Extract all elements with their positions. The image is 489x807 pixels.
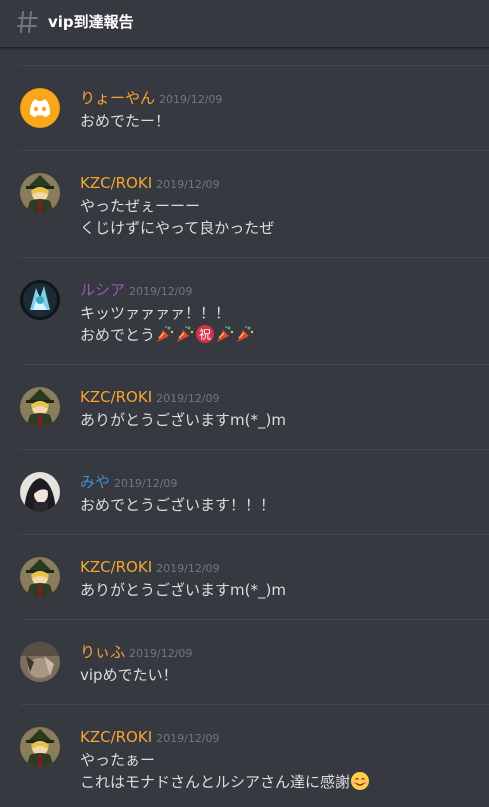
message-text: おめでとう bbox=[80, 326, 156, 344]
channel-title: vip到達報告 bbox=[48, 13, 134, 31]
message-meta: りぃふ 2019/12/09 bbox=[80, 642, 192, 662]
username[interactable]: KZC/ROKI bbox=[80, 558, 152, 576]
username[interactable]: りょーやん bbox=[80, 89, 155, 107]
avatar[interactable] bbox=[20, 387, 60, 427]
avatar[interactable] bbox=[20, 472, 60, 512]
message-text: ありがとうございますm(*_)m bbox=[80, 411, 286, 429]
message-divider bbox=[20, 257, 489, 258]
miya-avatar-icon bbox=[20, 472, 60, 512]
riifu-avatar-icon bbox=[20, 642, 60, 682]
message-content: キッツァァァァ！！！ おめでとう 祝 bbox=[80, 302, 255, 346]
lucia-avatar-icon bbox=[20, 280, 60, 320]
message-meta: りょーやん 2019/12/09 bbox=[80, 88, 222, 108]
username[interactable]: ルシア bbox=[80, 281, 125, 299]
message-meta: KZC/ROKI 2019/12/09 bbox=[80, 173, 220, 193]
svg-text:祝: 祝 bbox=[199, 328, 211, 342]
message-divider bbox=[20, 534, 489, 535]
timestamp: 2019/12/09 bbox=[129, 647, 193, 660]
channel-header: vip到達報告 bbox=[0, 0, 489, 48]
chat-window: vip到達報告 りょーやん 2019/12/09 おめでたー！ KZC/ROKI… bbox=[0, 0, 489, 807]
celebration-emoji[interactable]: 祝 bbox=[195, 324, 215, 344]
message-content: ありがとうございますm(*_)m bbox=[80, 409, 286, 431]
message-divider bbox=[20, 704, 489, 705]
username[interactable]: KZC/ROKI bbox=[80, 174, 152, 192]
kzc-roki-avatar-icon bbox=[20, 727, 60, 767]
discord-default-avatar-icon bbox=[20, 88, 60, 128]
message-text: やったぁー bbox=[80, 751, 156, 769]
message-text: vipめでたい！ bbox=[80, 666, 178, 684]
confetti-emoji[interactable] bbox=[215, 324, 235, 344]
message-divider bbox=[20, 449, 489, 450]
message-divider bbox=[20, 65, 489, 66]
message-line: おめでとう 祝 bbox=[80, 324, 255, 346]
username[interactable]: みや bbox=[80, 473, 110, 491]
message-meta: みや 2019/12/09 bbox=[80, 472, 177, 492]
avatar[interactable] bbox=[20, 173, 60, 213]
message-text: やったぜぇーーー bbox=[80, 197, 201, 215]
timestamp: 2019/12/09 bbox=[156, 732, 220, 745]
avatar[interactable] bbox=[20, 557, 60, 597]
message-content: やったぜぇーーー くじけずにやって良かったぜ bbox=[80, 195, 274, 239]
message-text: キッツァァァァ！！！ bbox=[80, 304, 231, 322]
username[interactable]: りぃふ bbox=[80, 643, 125, 661]
message-content: ありがとうございますm(*_)m bbox=[80, 579, 286, 601]
message-meta: KZC/ROKI 2019/12/09 bbox=[80, 557, 220, 577]
message-content: おめでたー！ bbox=[80, 110, 170, 132]
message-list[interactable]: りょーやん 2019/12/09 おめでたー！ KZC/ROKI 2019/12… bbox=[0, 48, 489, 807]
kzc-roki-avatar-icon bbox=[20, 557, 60, 597]
message-divider bbox=[20, 364, 489, 365]
timestamp: 2019/12/09 bbox=[159, 93, 223, 106]
message-content: vipめでたい！ bbox=[80, 664, 178, 686]
message-text: おめでとうございます！！！ bbox=[80, 496, 276, 514]
smiling-face-emoji[interactable] bbox=[350, 771, 370, 791]
username[interactable]: KZC/ROKI bbox=[80, 388, 152, 406]
avatar[interactable] bbox=[20, 642, 60, 682]
timestamp: 2019/12/09 bbox=[156, 562, 220, 575]
message-meta: ルシア 2019/12/09 bbox=[80, 280, 192, 300]
confetti-emoji[interactable] bbox=[175, 324, 195, 344]
timestamp: 2019/12/09 bbox=[114, 477, 178, 490]
hash-icon bbox=[17, 11, 38, 33]
message-text: おめでたー！ bbox=[80, 112, 171, 130]
kzc-roki-avatar-icon bbox=[20, 387, 60, 427]
message-meta: KZC/ROKI 2019/12/09 bbox=[80, 727, 220, 747]
message-divider bbox=[20, 150, 489, 151]
username[interactable]: KZC/ROKI bbox=[80, 728, 152, 746]
message-text: くじけずにやって良かったぜ bbox=[80, 219, 275, 237]
timestamp: 2019/12/09 bbox=[156, 392, 220, 405]
confetti-emoji[interactable] bbox=[155, 324, 175, 344]
message-meta: KZC/ROKI 2019/12/09 bbox=[80, 387, 220, 407]
avatar[interactable] bbox=[20, 88, 60, 128]
timestamp: 2019/12/09 bbox=[129, 285, 193, 298]
avatar[interactable] bbox=[20, 727, 60, 767]
timestamp: 2019/12/09 bbox=[156, 178, 220, 191]
message-content: やったぁー これはモナドさんとルシアさん達に感謝 bbox=[80, 749, 370, 793]
message-content: おめでとうございます！！！ bbox=[80, 494, 275, 516]
confetti-emoji[interactable] bbox=[235, 324, 255, 344]
message-text: ありがとうございますm(*_)m bbox=[80, 581, 286, 599]
avatar[interactable] bbox=[20, 280, 60, 320]
kzc-roki-avatar-icon bbox=[20, 173, 60, 213]
message-divider bbox=[20, 619, 489, 620]
message-text: これはモナドさんとルシアさん達に感謝 bbox=[80, 773, 351, 791]
message-line: これはモナドさんとルシアさん達に感謝 bbox=[80, 771, 370, 793]
